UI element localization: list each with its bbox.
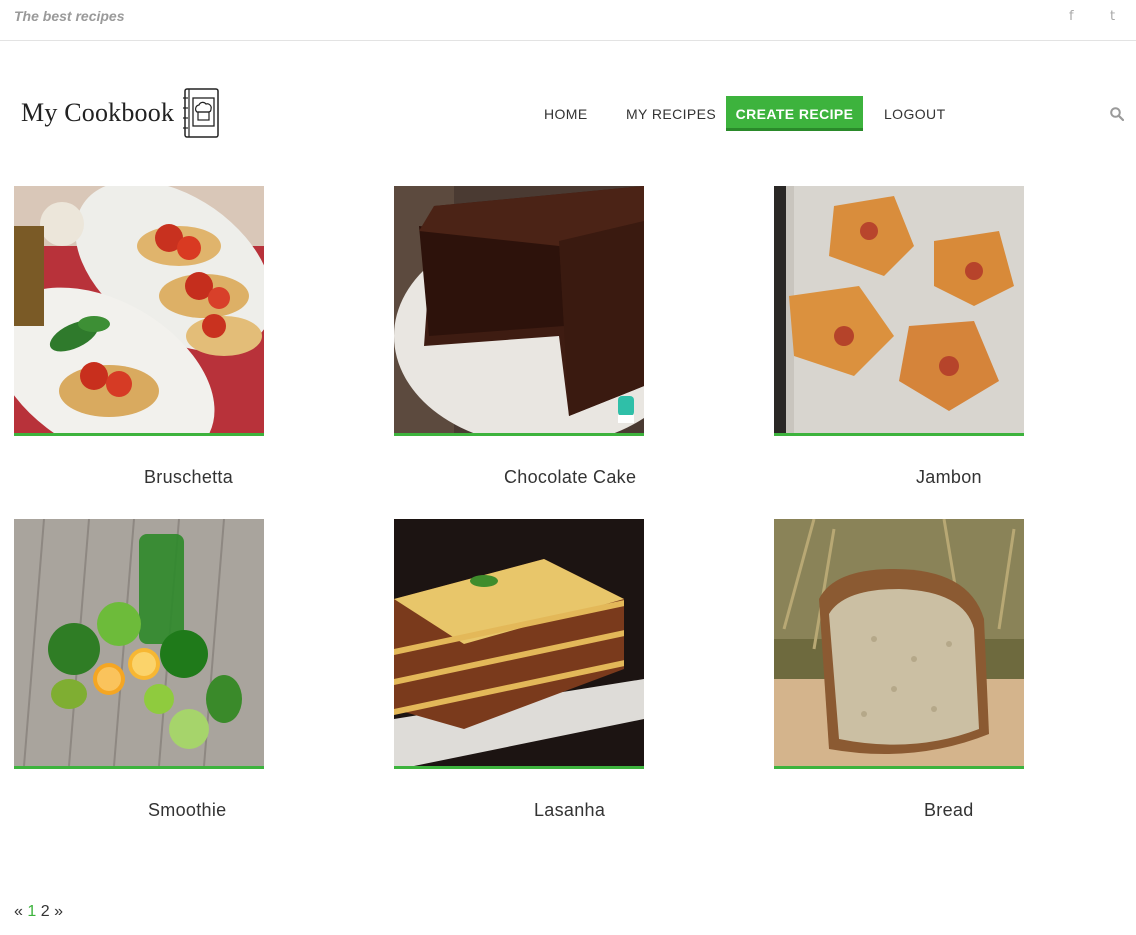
site-tagline: The best recipes <box>14 8 125 24</box>
recipe-image[interactable] <box>14 519 264 769</box>
pagination-next[interactable]: » <box>54 903 63 920</box>
recipe-title[interactable]: Chocolate Cake <box>504 467 636 488</box>
recipe-image[interactable] <box>14 186 264 436</box>
pagination-page-2[interactable]: 2 <box>41 903 50 920</box>
nav-logout[interactable]: LOGOUT <box>884 96 946 130</box>
pagination-prev[interactable]: « <box>14 903 23 920</box>
recipe-title[interactable]: Bread <box>924 800 974 821</box>
search-icon[interactable] <box>1110 107 1124 121</box>
pagination-page-1[interactable]: 1 <box>27 903 36 920</box>
recipe-title[interactable]: Jambon <box>916 467 982 488</box>
main-nav: HOME MY RECIPES CREATE RECIPE LOGOUT <box>0 96 1136 131</box>
nav-my-recipes[interactable]: MY RECIPES <box>626 96 716 130</box>
recipe-image[interactable] <box>774 519 1024 769</box>
facebook-icon[interactable]: f <box>1069 9 1074 24</box>
recipe-title[interactable]: Lasanha <box>534 800 605 821</box>
recipe-title[interactable]: Bruschetta <box>144 467 233 488</box>
nav-create-recipe-button[interactable]: CREATE RECIPE <box>726 96 863 131</box>
twitter-icon[interactable]: t <box>1110 9 1115 24</box>
pagination: « 1 2 » <box>14 903 63 921</box>
nav-home[interactable]: HOME <box>544 96 588 130</box>
recipe-title[interactable]: Smoothie <box>148 800 226 821</box>
top-bar: The best recipes f t <box>0 0 1136 41</box>
recipe-image[interactable] <box>394 519 644 769</box>
recipe-image[interactable] <box>774 186 1024 436</box>
recipe-image[interactable] <box>394 186 644 436</box>
